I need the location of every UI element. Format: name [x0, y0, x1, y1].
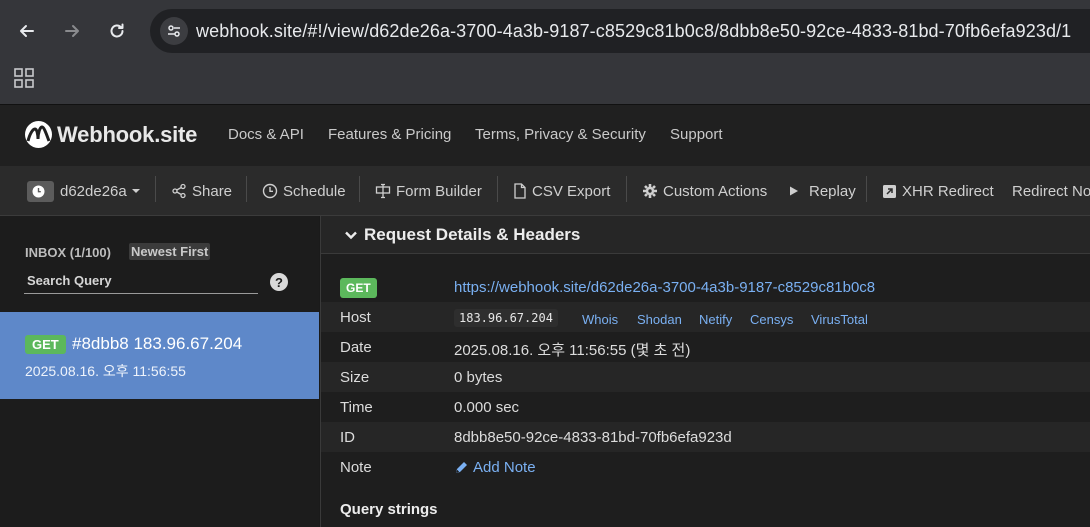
query-strings-heading: Query strings [340, 501, 438, 518]
toolbar-divider [246, 176, 247, 202]
caret-down-icon [131, 189, 140, 193]
help-icon[interactable]: ? [270, 273, 288, 291]
nav-features-pricing[interactable]: Features & Pricing [328, 126, 451, 143]
censys-link[interactable]: Censys [750, 312, 793, 327]
share-icon [172, 183, 186, 199]
form-builder-button[interactable]: Form Builder [375, 166, 482, 216]
size-label: Size [340, 369, 370, 386]
request-title: #8dbb8 183.96.67.204 [72, 334, 243, 353]
detail-row-size: Size 0 bytes [321, 362, 1090, 392]
play-icon [790, 186, 798, 196]
detail-row-note: Note [321, 452, 1090, 482]
id-value: 8dbb8e50-92ce-4833-81bd-70fb6efa923d [454, 429, 732, 446]
shodan-link[interactable]: Shodan [637, 312, 682, 327]
gear-icon [643, 184, 657, 198]
host-label: Host [340, 309, 371, 326]
detail-row-id: ID 8dbb8e50-92ce-4833-81bd-70fb6efa923d [321, 422, 1090, 452]
form-builder-label: Form Builder [396, 182, 482, 200]
detail-row-date: Date 2025.08.16. 오후 11:56:55 (몇 초 전) [321, 332, 1090, 362]
chevron-down-icon [345, 231, 357, 240]
toolbar-divider [497, 176, 498, 202]
detail-row-time: Time 0.000 sec [321, 392, 1090, 422]
method-badge: GET [340, 278, 377, 298]
custom-actions-label: Custom Actions [663, 182, 768, 200]
host-ip: 183.96.67.204 [454, 309, 558, 327]
toolbar-divider [359, 176, 360, 202]
custom-actions-button[interactable]: Custom Actions [642, 166, 767, 216]
request-url-link[interactable]: https://webhook.site/d62de26a-3700-4a3b-… [454, 279, 875, 296]
replay-button[interactable]: Replay [788, 166, 856, 216]
toolbar-divider [155, 176, 156, 202]
share-label: Share [192, 182, 233, 200]
clock-icon [262, 183, 278, 199]
redirect-now-button[interactable]: Redirect No [1012, 166, 1090, 216]
netify-link[interactable]: Netify [699, 312, 732, 327]
whois-link[interactable]: Whois [582, 312, 618, 327]
date-value: 2025.08.16. 오후 11:56:55 (몇 초 전) [454, 342, 691, 359]
address-bar[interactable]: webhook.site/#!/view/d62de26a-3700-4a3b-… [150, 9, 1090, 53]
token-dropdown[interactable]: d62de26a [27, 166, 147, 216]
method-badge: GET [25, 335, 66, 354]
site-header: Webhook.site Docs & API Features & Prici… [0, 104, 1090, 166]
panel-heading[interactable]: Request Details & Headers [321, 216, 1090, 254]
browser-toolbar: webhook.site/#!/view/d62de26a-3700-4a3b-… [0, 0, 1090, 104]
size-value: 0 bytes [454, 369, 503, 386]
file-icon [514, 183, 526, 199]
toolbar-divider [626, 176, 627, 202]
request-date: 2025.08.16. 오후 11:56:55 [25, 363, 186, 379]
share-button[interactable]: Share [171, 166, 232, 216]
forward-arrow-icon[interactable] [57, 16, 87, 46]
inbox-sidebar: INBOX (1/100) Newest First Search Query … [0, 216, 319, 527]
request-details-panel: Request Details & Headers GET https://we… [320, 216, 1090, 527]
request-list-item[interactable]: GET #8dbb8 183.96.67.204 2025.08.16. 오후 … [0, 312, 319, 399]
time-label: Time [340, 399, 373, 416]
logo[interactable]: Webhook.site [25, 121, 197, 148]
form-icon [375, 183, 391, 199]
panel-title: Request Details & Headers [364, 225, 581, 244]
clock-icon [27, 180, 54, 202]
virustotal-link[interactable]: VirusTotal [811, 312, 868, 327]
schedule-label: Schedule [283, 182, 346, 200]
xhr-redirect-label: XHR Redirect [902, 182, 994, 200]
inbox-count: INBOX (1/100) [25, 245, 111, 260]
add-note-label: Add Note [473, 459, 536, 476]
csv-export-label: CSV Export [532, 182, 611, 200]
id-label: ID [340, 429, 355, 446]
apps-grid-icon[interactable] [14, 68, 34, 88]
webhook-logo-icon [25, 121, 52, 148]
add-note-link[interactable]: Add Note [454, 459, 536, 476]
redirect-now-label: Redirect No [1012, 182, 1090, 200]
url-text[interactable]: webhook.site/#!/view/d62de26a-3700-4a3b-… [196, 21, 1071, 42]
date-label: Date [340, 339, 372, 356]
replay-label: Replay [809, 182, 856, 200]
tune-icon[interactable] [160, 17, 188, 45]
external-link-icon [883, 184, 896, 198]
nav-support[interactable]: Support [670, 126, 723, 143]
back-arrow-icon[interactable] [12, 16, 42, 46]
csv-export-button[interactable]: CSV Export [513, 166, 610, 216]
xhr-redirect-button[interactable]: XHR Redirect [882, 166, 994, 216]
schedule-button[interactable]: Schedule [262, 166, 346, 216]
logo-text: Webhook.site [57, 121, 198, 147]
toolbar-divider [866, 176, 867, 202]
token-label: d62de26a [60, 182, 127, 200]
sort-newest-button[interactable]: Newest First [129, 243, 211, 260]
search-input[interactable]: Search Query [24, 272, 258, 294]
nav-docs-api[interactable]: Docs & API [228, 126, 304, 143]
reload-icon[interactable] [102, 16, 132, 46]
pencil-icon [456, 462, 467, 473]
time-value: 0.000 sec [454, 399, 520, 416]
action-toolbar: d62de26a Share Schedule Form Builder CSV… [0, 166, 1090, 216]
note-label: Note [340, 459, 372, 476]
nav-terms-privacy[interactable]: Terms, Privacy & Security [475, 126, 646, 143]
